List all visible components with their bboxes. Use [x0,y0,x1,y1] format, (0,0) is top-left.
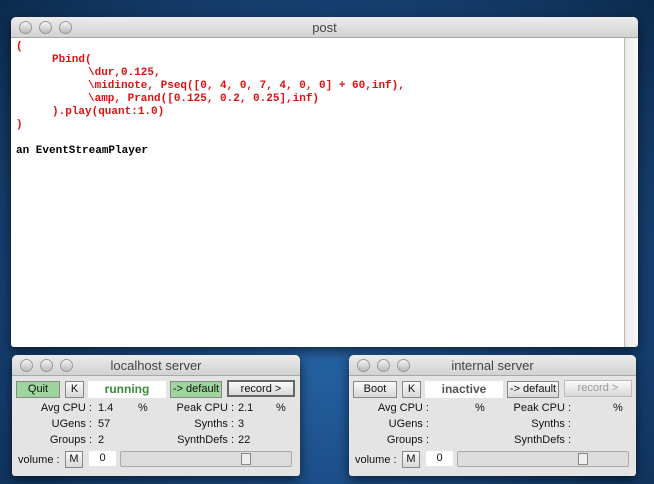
default-button[interactable]: -> default [170,381,222,398]
post-title-bar[interactable]: post [11,17,638,38]
window-title: internal server [451,358,534,373]
kill-button[interactable]: K [65,381,84,398]
peak-cpu-label: Peak CPU : [513,402,571,414]
status-display: inactive [425,381,503,398]
close-button[interactable] [20,359,33,372]
code-line: Pbind( [52,54,92,66]
avg-cpu-label: Avg CPU : [377,402,429,414]
synthdefs-label: SynthDefs : [514,434,571,446]
ugens-label: UGens : [51,418,92,430]
zoom-button[interactable] [60,359,73,372]
avg-cpu-value: 1.4 [98,402,114,414]
mute-button[interactable]: M [65,451,83,468]
close-button[interactable] [19,21,32,34]
peak-cpu-value: 2.1 [238,402,254,414]
post-text-area[interactable]: ( Pbind(\dur,0.125, \midinote, Pseq([0, 4,… [11,38,624,347]
code-line: \midinote, Pseq([0, 4, 0, 7, 4, 0, 0] + … [88,80,405,92]
volume-field[interactable]: 0 [426,451,453,466]
internal-server-window: internal server Boot K inactive -> defau… [349,355,636,476]
code-line: ( [16,41,23,53]
synths-label: Synths : [531,418,571,430]
volume-slider[interactable] [120,451,292,467]
groups-label: Groups : [49,434,92,446]
volume-field[interactable]: 0 [89,451,116,466]
synths-label: Synths : [194,418,234,430]
default-button[interactable]: -> default [507,381,559,398]
volume-label: volume : [355,454,397,466]
post-window: post ( Pbind(\dur,0.125, \midinote, Pseq([… [11,17,638,347]
localhost-server-window: localhost server Quit K running -> defau… [12,355,300,476]
minimize-button[interactable] [40,359,53,372]
code-line: \amp, Prand([0.125, 0.2, 0.25],inf) [88,93,320,105]
minimize-button[interactable] [39,21,52,34]
record-button[interactable]: record > [227,380,295,397]
status-display: running [88,381,166,398]
slider-knob[interactable] [241,453,251,465]
volume-label: volume : [18,454,60,466]
window-title: post [312,20,337,35]
mute-button[interactable]: M [402,451,420,468]
boot-button[interactable]: Boot [353,381,397,398]
kill-button[interactable]: K [402,381,421,398]
peak-cpu-label: Peak CPU : [176,402,234,414]
groups-label: Groups : [386,434,429,446]
output-line: an EventStreamPlayer [16,145,149,157]
volume-slider[interactable] [457,451,629,467]
synthdefs-value: 22 [238,434,251,446]
code-line: ) [16,119,23,131]
code-line: \dur,0.125, [88,67,161,79]
slider-knob[interactable] [578,453,588,465]
peak-cpu-percent: % [613,402,623,414]
server-title-bar[interactable]: localhost server [12,355,300,376]
code-line: ).play(quant:1.0) [52,106,165,118]
synths-value: 3 [238,418,245,430]
server-title-bar[interactable]: internal server [349,355,636,376]
scrollbar[interactable] [624,38,638,347]
synthdefs-label: SynthDefs : [177,434,234,446]
groups-value: 2 [98,434,105,446]
zoom-button[interactable] [59,21,72,34]
minimize-button[interactable] [377,359,390,372]
peak-cpu-percent: % [276,402,286,414]
window-title: localhost server [110,358,202,373]
zoom-button[interactable] [397,359,410,372]
avg-cpu-label: Avg CPU : [40,402,92,414]
ugens-value: 57 [98,418,111,430]
boot-button[interactable]: Quit [16,381,60,398]
record-button[interactable]: record > [564,380,632,397]
close-button[interactable] [357,359,370,372]
ugens-label: UGens : [388,418,429,430]
